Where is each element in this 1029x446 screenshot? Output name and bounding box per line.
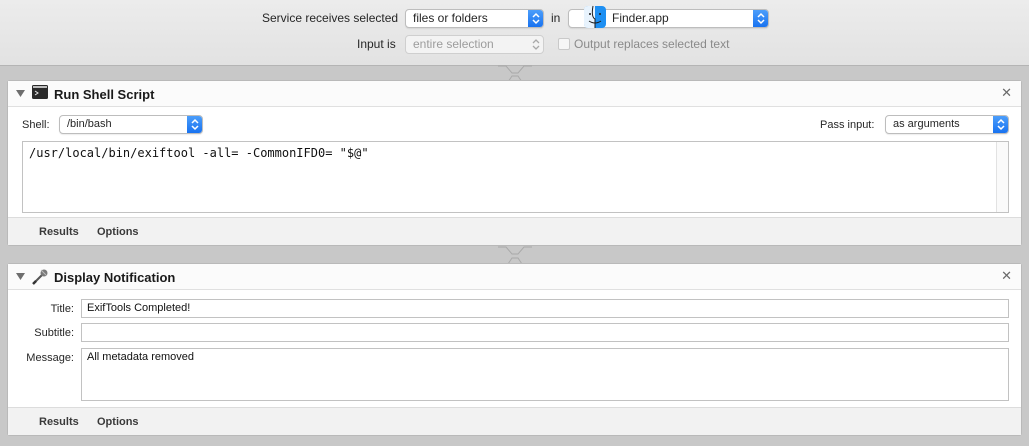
- pass-input-label: Pass input:: [820, 119, 875, 131]
- close-icon[interactable]: ✕: [1001, 85, 1012, 101]
- input-is-label: Input is: [357, 37, 396, 51]
- notification-message-value: All metadata removed: [87, 351, 194, 363]
- notification-subtitle-field[interactable]: [81, 323, 1009, 342]
- shell-popup[interactable]: /bin/bash: [59, 115, 203, 134]
- receives-type-popup[interactable]: files or folders: [405, 9, 544, 28]
- action-title: Run Shell Script: [54, 87, 155, 102]
- application-value: Finder.app: [612, 11, 669, 25]
- disclosure-triangle-icon[interactable]: [16, 90, 25, 98]
- pass-input-value: as arguments: [893, 118, 960, 130]
- notification-title-label: Title:: [50, 303, 74, 315]
- display-notification-action: Display Notification ✕ Title: ExifTools …: [7, 263, 1022, 436]
- run-shell-script-action: Run Shell Script ✕ Shell: /bin/bash Pass…: [7, 80, 1022, 246]
- popup-stepper-icon: [993, 116, 1008, 133]
- shell-label: Shell:: [22, 119, 50, 131]
- notification-title-value: ExifTools Completed!: [87, 302, 191, 314]
- notification-title-field[interactable]: ExifTools Completed!: [81, 299, 1009, 318]
- script-scrollbar[interactable]: [996, 142, 1008, 212]
- options-button[interactable]: Options: [97, 416, 139, 428]
- popup-stepper-icon: [753, 10, 768, 27]
- finder-icon: [584, 5, 606, 28]
- terminal-icon: [32, 85, 48, 99]
- script-text: /usr/local/bin/exiftool -all= -CommonIFD…: [29, 146, 369, 160]
- action-footer: Results Options: [8, 407, 1021, 435]
- notification-message-label: Message:: [26, 352, 74, 364]
- notification-message-field[interactable]: All metadata removed: [81, 348, 1009, 401]
- results-button[interactable]: Results: [39, 416, 79, 428]
- notification-subtitle-label: Subtitle:: [34, 327, 74, 339]
- options-button[interactable]: Options: [97, 226, 139, 238]
- popup-stepper-icon: [528, 36, 543, 53]
- action-title: Display Notification: [54, 270, 176, 285]
- in-label: in: [551, 11, 561, 25]
- input-is-popup[interactable]: entire selection: [405, 35, 544, 54]
- receives-type-value: files or folders: [413, 11, 488, 25]
- service-settings-bar: Service receives selected files or folde…: [0, 0, 1029, 66]
- output-replaces-label: Output replaces selected text: [574, 37, 730, 51]
- shell-value: /bin/bash: [67, 118, 112, 130]
- popup-stepper-icon: [528, 10, 543, 27]
- notification-icon: [32, 269, 48, 285]
- popup-stepper-icon: [187, 116, 202, 133]
- input-is-value: entire selection: [413, 37, 494, 51]
- script-editor[interactable]: /usr/local/bin/exiftool -all= -CommonIFD…: [22, 141, 1009, 213]
- close-icon[interactable]: ✕: [1001, 268, 1012, 284]
- pass-input-popup[interactable]: as arguments: [885, 115, 1009, 134]
- disclosure-triangle-icon[interactable]: [16, 273, 25, 281]
- output-replaces-checkbox[interactable]: [558, 38, 570, 50]
- results-button[interactable]: Results: [39, 226, 79, 238]
- action-header: Run Shell Script ✕: [8, 81, 1021, 107]
- action-header: Display Notification ✕: [8, 264, 1021, 290]
- action-footer: Results Options: [8, 217, 1021, 245]
- service-receives-label: Service receives selected: [262, 11, 399, 25]
